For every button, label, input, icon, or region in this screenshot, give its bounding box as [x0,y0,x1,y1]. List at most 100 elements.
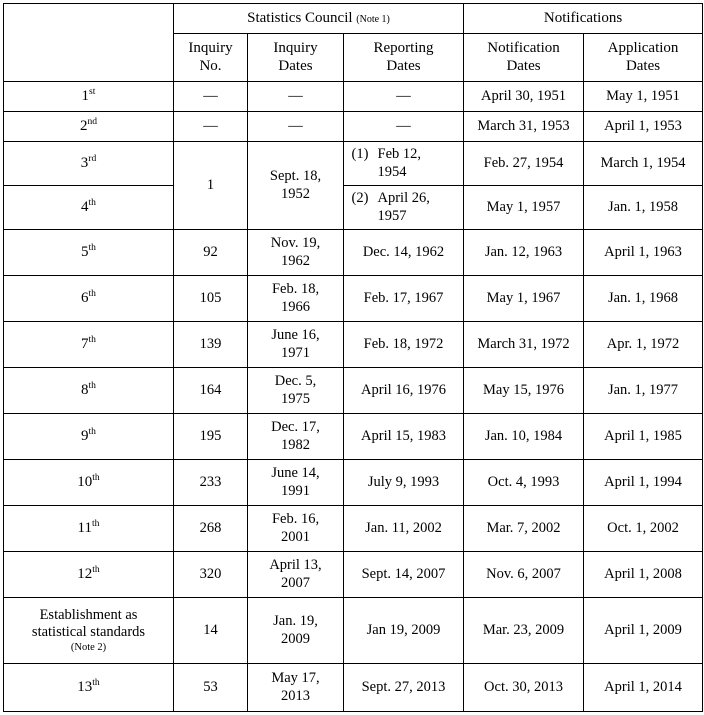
cell-inquiry-no: 1 [173,141,248,230]
row-label-note: (Note 2) [70,641,107,653]
cell-inquiry-dates: — [247,111,344,142]
statistics-council-notifications-table: Statistics Council (Note 1) Notification… [3,3,704,712]
cell-inquiry-dates: April 13, 2007 [247,551,344,598]
cell-inquiry-dates: Nov. 19, 1962 [247,229,344,276]
table-row: 13th 53 May 17, 2013 Sept. 27, 2013 Oct.… [3,663,704,712]
cell-application-dates: April 1, 1985 [583,413,704,460]
cell-notification-dates: March 31, 1972 [463,321,585,368]
cell-reporting-dates: Sept. 27, 2013 [342,663,465,712]
cell-reporting-dates: Dec. 14, 1962 [342,229,465,276]
cell-application-dates: Apr. 1, 1972 [583,321,704,368]
table-row: 11th 268 Feb. 16, 2001 Jan. 11, 2002 Mar… [3,505,704,552]
cell-application-dates: April 1, 2008 [583,551,704,598]
table-row: 4th (2) April 26, 1957 May 1, 1957 Jan. 1… [3,185,704,230]
row-label-cell: 1st [3,81,174,112]
column-header-notification-dates-line1: Notification [487,39,560,56]
cell-inquiry-no: 92 [173,229,248,276]
row-ordinal-suffix: th [92,563,100,575]
row-label-cell: 10th [3,459,174,506]
cell-application-dates: Jan. 1, 1968 [583,275,704,322]
row-ordinal-suffix: th [88,333,96,345]
cell-application-dates: May 1, 1951 [583,81,704,112]
cell-application-dates: April 1, 1963 [583,229,704,276]
row-label-cell: Establishment as statistical standards (N… [3,597,174,664]
cell-notification-dates: Oct. 30, 2013 [463,663,585,712]
column-header-inquiry-no: Inquiry No. [173,33,248,82]
column-header-notification-dates-line2: Dates [506,57,541,74]
cell-reporting-dates: Feb. 17, 1967 [342,275,465,322]
cell-inquiry-dates: June 16, 1971 [247,321,344,368]
column-header-reporting-dates: Reporting Dates [342,33,465,82]
cell-inquiry-dates: Dec. 17, 1982 [247,413,344,460]
row-ordinal-suffix: th [92,471,100,483]
table-row: 5th 92 Nov. 19, 1962 Dec. 14, 1962 Jan. … [3,229,704,276]
cell-inquiry-no: 320 [173,551,248,598]
table-row: 9th 195 Dec. 17, 1982 April 15, 1983 Jan… [3,413,704,460]
row-label-cell: 2nd [3,111,174,142]
row-ordinal-suffix: th [88,287,96,299]
cell-reporting-dates: (2) April 26, 1957 [342,185,465,230]
column-header-reporting-dates-line2: Dates [386,57,421,74]
cell-reporting-dates: — [342,111,465,142]
column-header-inquiry-no-line2: No. [199,57,222,74]
table-row: 1st — — — April 30, 1951 May 1, 1951 [3,81,704,112]
row-ordinal-number: 5 [81,243,89,260]
column-header-application-dates-line1: Application [607,39,679,56]
row-ordinal-number: 9 [81,427,89,444]
cell-reporting-dates: April 15, 1983 [342,413,465,460]
cell-reporting-dates: April 16, 1976 [342,367,465,414]
cell-reporting-dates: Jan 19, 2009 [342,597,465,664]
row-ordinal-number: 12 [77,565,93,582]
row-ordinal-suffix: th [88,425,96,437]
row-ordinal-number: 7 [81,335,89,352]
cell-inquiry-dates: Sept. 18, 1952 [247,141,344,230]
cell-notification-dates: April 30, 1951 [463,81,585,112]
cell-application-dates: Jan. 1, 1958 [583,185,704,230]
cell-inquiry-no: 164 [173,367,248,414]
row-ordinal-suffix: th [88,196,96,208]
column-header-inquiry-no-line1: Inquiry [188,39,233,56]
cell-inquiry-no: 53 [173,663,248,712]
column-header-notification-dates: Notification Dates [463,33,585,82]
table-row: 10th 233 June 14, 1991 July 9, 1993 Oct.… [3,459,704,506]
row-ordinal-number: 13 [77,678,93,695]
reporting-entry: (1) Feb 12, 1954 [352,146,456,180]
column-header-application-dates-line2: Dates [625,57,661,74]
header-group-statistics-council-note: (Note 1) [356,13,390,25]
cell-application-dates: Jan. 1, 1977 [583,367,704,414]
header-corner-cell [3,3,174,82]
cell-reporting-dates: — [342,81,465,112]
cell-inquiry-dates: June 14, 1991 [247,459,344,506]
cell-notification-dates: Feb. 27, 1954 [463,141,585,186]
column-header-inquiry-dates: Inquiry Dates [247,33,344,82]
cell-notification-dates: Jan. 10, 1984 [463,413,585,460]
cell-inquiry-no: — [173,111,248,142]
reporting-date-text: Feb 12, 1954 [377,146,422,180]
row-label-cell: 5th [3,229,174,276]
row-label-cell: 11th [3,505,174,552]
cell-reporting-dates: Jan. 11, 2002 [342,505,465,552]
cell-inquiry-dates: Jan. 19, 2009 [247,597,344,664]
row-label-cell: 9th [3,413,174,460]
row-label-cell: 3rd [3,141,174,186]
row-label-cell: 7th [3,321,174,368]
cell-reporting-dates: (1) Feb 12, 1954 [342,141,465,186]
cell-inquiry-no: 139 [173,321,248,368]
table-row: 2nd — — — March 31, 1953 April 1, 1953 [3,111,704,142]
table-row: 8th 164 Dec. 5, 1975 April 16, 1976 May … [3,367,704,414]
cell-notification-dates: May 1, 1967 [463,275,585,322]
cell-inquiry-dates: — [247,81,344,112]
row-label-text: Establishment as statistical standards [31,606,146,640]
cell-application-dates: April 1, 2014 [583,663,704,712]
row-label-cell: 13th [3,663,174,712]
cell-inquiry-no: — [173,81,248,112]
row-label-cell: 4th [3,185,174,230]
table-row: Establishment as statistical standards (N… [3,597,704,664]
row-ordinal-suffix: th [92,676,100,688]
column-header-inquiry-dates-line1: Inquiry [273,39,318,56]
table-row: 6th 105 Feb. 18, 1966 Feb. 17, 1967 May … [3,275,704,322]
cell-notification-dates: May 15, 1976 [463,367,585,414]
table-row: 7th 139 June 16, 1971 Feb. 18, 1972 Marc… [3,321,704,368]
header-group-statistics-council: Statistics Council (Note 1) [172,3,465,34]
cell-notification-dates: Oct. 4, 1993 [463,459,585,506]
